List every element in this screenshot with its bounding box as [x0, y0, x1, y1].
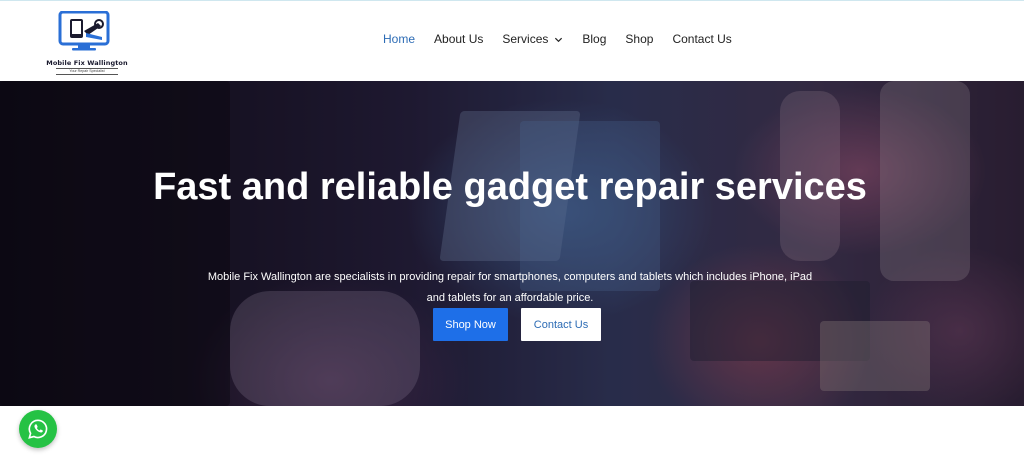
site-header: Mobile Fix Wallington Your Repair Specia…: [0, 0, 1024, 80]
hero-overlay: [0, 81, 1024, 406]
logo-brand-name: Mobile Fix Wallington: [46, 59, 128, 67]
whatsapp-icon: [28, 419, 48, 439]
logo-tagline: Your Repair Specialist: [56, 68, 118, 75]
nav-item-contact-us[interactable]: Contact Us: [672, 32, 731, 46]
nav-item-blog[interactable]: Blog: [582, 32, 606, 46]
hero-title: Fast and reliable gadget repair services: [153, 166, 867, 208]
nav-item-services[interactable]: Services: [502, 32, 563, 46]
shop-now-button[interactable]: Shop Now: [433, 308, 508, 341]
main-nav: Home About Us Services Blog Shop Contact…: [383, 32, 751, 46]
chevron-down-icon: [555, 37, 563, 42]
whatsapp-chat-button[interactable]: [19, 410, 57, 448]
nav-item-home[interactable]: Home: [383, 32, 415, 46]
nav-item-shop[interactable]: Shop: [625, 32, 653, 46]
site-logo[interactable]: Mobile Fix Wallington Your Repair Specia…: [46, 11, 128, 75]
nav-item-about-us[interactable]: About Us: [434, 32, 483, 46]
contact-us-button[interactable]: Contact Us: [521, 308, 601, 341]
hero-subtitle: Mobile Fix Wallington are specialists in…: [207, 271, 813, 304]
nav-item-services-label: Services: [502, 32, 549, 46]
page: Mobile Fix Wallington Your Repair Specia…: [0, 0, 1024, 468]
repair-monitor-icon: [58, 11, 110, 51]
hero-section: Fast and reliable gadget repair services…: [0, 81, 1024, 406]
